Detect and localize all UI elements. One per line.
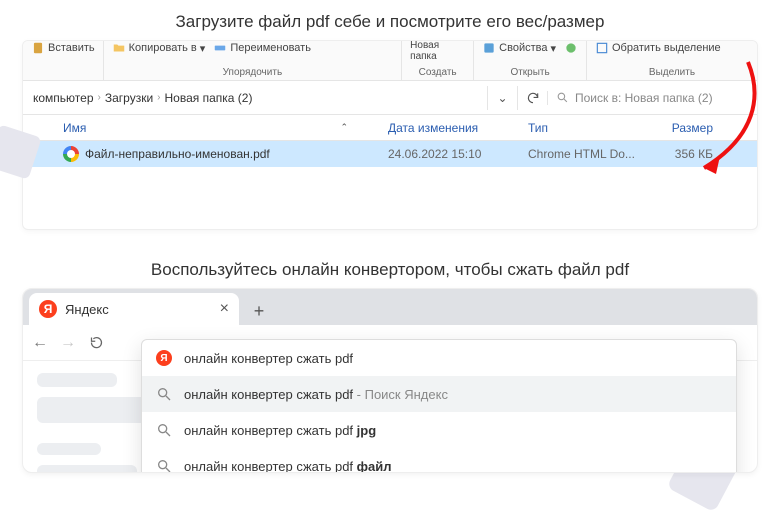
- new-folder-button[interactable]: Новая папка: [410, 41, 439, 62]
- column-header-date[interactable]: Дата изменения: [388, 121, 528, 135]
- tab-title: Яндекс: [65, 302, 109, 317]
- refresh-icon: [526, 91, 540, 105]
- rename-label: Переименовать: [230, 42, 311, 54]
- invert-selection-label: Обратить выделение: [612, 42, 721, 54]
- properties-button[interactable]: Свойства ▾: [482, 41, 556, 55]
- suggestion-item[interactable]: онлайн конвертер сжать pdf - Поиск Яндек…: [142, 376, 736, 412]
- browser-window: Я Яндекс × + ← → Яонлайн конвертер сжать…: [22, 288, 758, 473]
- tab-bar: Я Яндекс × +: [23, 289, 757, 325]
- copy-to-button[interactable]: Копировать в ▾: [112, 41, 206, 55]
- suggestion-item[interactable]: онлайн конвертер сжать pdf файл: [142, 448, 736, 473]
- explorer-empty-area: [23, 167, 757, 229]
- breadcrumb-item[interactable]: Загрузки: [105, 91, 153, 105]
- suggestion-text: онлайн конвертер сжать pdf jpg: [184, 423, 376, 438]
- chevron-right-icon: ›: [98, 92, 101, 103]
- clipboard-icon: [31, 41, 45, 55]
- breadcrumb[interactable]: компьютер › Загрузки › Новая папка (2): [23, 91, 487, 105]
- file-row[interactable]: Файл-неправильно-именован.pdf 24.06.2022…: [23, 141, 757, 167]
- suggestion-item[interactable]: онлайн конвертер сжать pdf jpg: [142, 412, 736, 448]
- invert-selection-button[interactable]: Обратить выделение: [595, 41, 721, 55]
- close-tab-button[interactable]: ×: [220, 300, 229, 318]
- ribbon-group-open-label: Открыть: [474, 67, 586, 78]
- yandex-logo-icon: Я: [156, 350, 172, 366]
- breadcrumb-item[interactable]: компьютер: [33, 91, 94, 105]
- ribbon-toolbar: Вставить Копировать в ▾ Переименовать Уп…: [23, 41, 757, 81]
- suggestion-text: онлайн конвертер сжать pdf: [184, 351, 353, 366]
- search-icon: [156, 386, 172, 402]
- search-icon: [556, 91, 569, 104]
- instruction-heading-1: Загрузите файл pdf себе и посмотрите его…: [0, 0, 780, 40]
- sort-caret-icon: ⌃: [340, 122, 348, 133]
- breadcrumb-item[interactable]: Новая папка (2): [165, 91, 253, 105]
- file-size: 356 КБ: [658, 147, 733, 161]
- paste-label: Вставить: [48, 42, 95, 54]
- column-header-type[interactable]: Тип: [528, 121, 658, 135]
- instruction-heading-2: Воспользуйтесь онлайн конвертором, чтобы…: [0, 248, 780, 288]
- search-placeholder: Поиск в: Новая папка (2): [575, 91, 713, 105]
- search-icon: [156, 422, 172, 438]
- edit-icon: [564, 41, 578, 55]
- rename-icon: [213, 41, 227, 55]
- ribbon-group-create-label: Создать: [402, 67, 473, 78]
- edit-button[interactable]: [564, 41, 578, 55]
- folder-copy-icon: [112, 41, 126, 55]
- ribbon-group-select-label: Выделить: [587, 67, 757, 78]
- explorer-search-input[interactable]: Поиск в: Новая папка (2): [547, 91, 757, 105]
- properties-label: Свойства: [499, 42, 547, 54]
- browser-tab[interactable]: Я Яндекс ×: [29, 293, 239, 325]
- search-suggestions-dropdown: Яонлайн конвертер сжать pdfонлайн конвер…: [141, 339, 737, 473]
- refresh-button[interactable]: [517, 86, 547, 110]
- file-date: 24.06.2022 15:10: [388, 147, 528, 161]
- properties-icon: [482, 41, 496, 55]
- suggestion-text: онлайн конвертер сжать pdf файл: [184, 459, 392, 474]
- rename-button[interactable]: Переименовать: [213, 41, 311, 55]
- back-button[interactable]: ←: [31, 334, 49, 352]
- ribbon-group-organize-label: Упорядочить: [104, 67, 402, 78]
- suggestion-text: онлайн конвертер сжать pdf - Поиск Яндек…: [184, 387, 448, 402]
- page-skeleton: [37, 373, 147, 473]
- forward-button[interactable]: →: [59, 334, 77, 352]
- column-headers: Имя ⌃ Дата изменения Тип Размер: [23, 115, 757, 141]
- column-header-size[interactable]: Размер: [658, 121, 733, 135]
- copy-to-label: Копировать в: [129, 42, 197, 54]
- chevron-right-icon: ›: [157, 92, 160, 103]
- new-tab-button[interactable]: +: [245, 297, 273, 325]
- new-folder-label: Новая папка: [410, 41, 439, 62]
- address-dropdown-button[interactable]: ⌄: [487, 86, 517, 110]
- column-header-name[interactable]: Имя ⌃: [63, 121, 388, 135]
- search-icon: [156, 458, 172, 473]
- yandex-logo-icon: Я: [39, 300, 57, 318]
- file-explorer-window: Вставить Копировать в ▾ Переименовать Уп…: [22, 40, 758, 230]
- suggestion-item[interactable]: Яонлайн конвертер сжать pdf: [142, 340, 736, 376]
- file-name: Файл-неправильно-именован.pdf: [85, 147, 270, 161]
- reload-button[interactable]: [87, 334, 105, 352]
- file-type: Chrome HTML Do...: [528, 147, 658, 161]
- chrome-file-icon: [63, 146, 79, 162]
- reload-icon: [89, 335, 104, 350]
- paste-button[interactable]: Вставить: [31, 41, 95, 55]
- address-bar-row: компьютер › Загрузки › Новая папка (2) ⌄…: [23, 81, 757, 115]
- invert-selection-icon: [595, 41, 609, 55]
